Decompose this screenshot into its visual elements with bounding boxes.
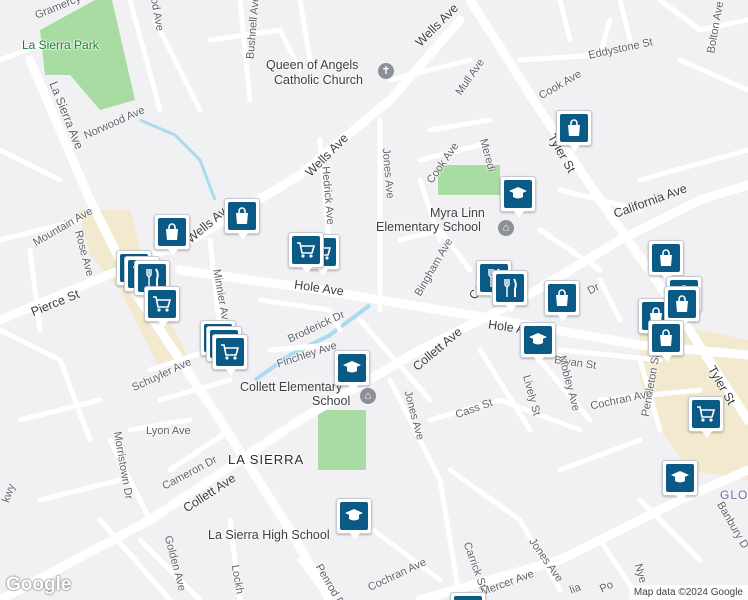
school-label-collett-2[interactable]: School [312,395,350,408]
map-marker-school[interactable] [500,176,536,218]
shopping-bag-icon [236,207,248,224]
map-marker-shopping[interactable] [154,214,190,256]
map-marker-grocery[interactable] [688,396,724,438]
graduation-cap-icon [343,361,361,373]
school-poi-icon[interactable]: ⌂ [360,388,376,404]
map-marker-shopping[interactable] [544,280,580,322]
church-label-line1[interactable]: Queen of Angels [266,59,358,72]
map-marker-shopping[interactable] [664,286,700,328]
graduation-cap-icon [529,333,547,345]
map-marker-restaurant[interactable] [492,270,528,312]
shopping-bag-icon [676,295,688,312]
graduation-cap-icon [509,187,527,199]
map-marker-grocery[interactable] [144,286,180,328]
map-marker-partial[interactable] [450,592,486,600]
shopping-bag-icon [660,249,672,266]
graduation-cap-icon [671,471,689,483]
park-label-la-sierra[interactable]: La Sierra Park [22,39,99,51]
street-label-lyon-ave: Lyon Ave [146,425,191,437]
map-canvas[interactable]: Gramercy ood Ave Bushnell Ave La Sierra … [0,0,748,600]
school-label-myra-linn-1[interactable]: Myra Linn [430,207,485,220]
map-marker-shopping[interactable] [224,198,260,240]
map-attribution[interactable]: Map data ©2024 Google [628,585,748,600]
shopping-bag-icon [660,329,672,346]
map-marker-school[interactable] [662,460,698,502]
shopping-cart-icon [153,296,172,312]
fork-knife-icon [146,268,159,287]
map-marker-school[interactable] [334,350,370,392]
church-icon[interactable]: ✝ [378,63,394,79]
school-label-myra-linn-2[interactable]: Elementary School [376,221,481,234]
school-poi-icon[interactable]: ⌂ [498,220,514,236]
shopping-bag-icon [166,223,178,240]
google-logo[interactable]: Google [6,574,71,596]
area-label-la-sierra: LA SIERRA [228,452,305,467]
school-label-la-sierra-high[interactable]: La Sierra High School [208,529,330,542]
map-marker-grocery[interactable] [288,232,324,274]
shopping-bag-icon [556,289,568,306]
shopping-cart-icon [221,344,240,360]
graduation-cap-icon [345,509,363,521]
map-marker-grocery[interactable] [212,334,248,376]
shopping-bag-icon [568,119,580,136]
shopping-cart-icon [297,242,316,258]
map-marker-shopping[interactable] [648,240,684,282]
school-label-collett-1[interactable]: Collett Elementary [240,381,342,394]
map-marker-shopping[interactable] [648,320,684,362]
map-marker-school[interactable] [336,498,372,540]
map-marker-shopping[interactable] [556,110,592,152]
street-network [0,0,748,600]
shopping-cart-icon [697,406,716,422]
map-marker-school[interactable] [520,322,556,364]
church-label-line2[interactable]: Catholic Church [274,74,363,87]
fork-knife-icon [504,278,517,297]
